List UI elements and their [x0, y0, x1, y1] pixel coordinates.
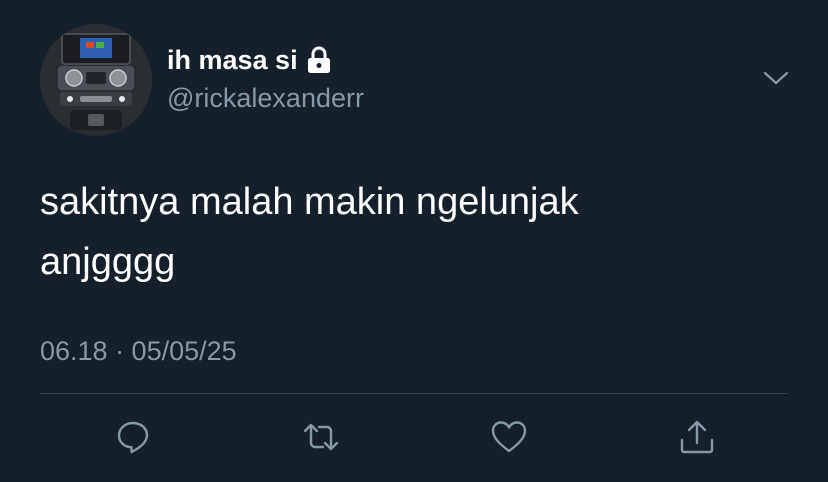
- reply-button[interactable]: [114, 418, 152, 456]
- chevron-down-icon[interactable]: [760, 66, 792, 90]
- avatar[interactable]: [40, 24, 152, 136]
- divider: [40, 393, 788, 394]
- user-handle[interactable]: @rickalexanderr: [167, 79, 364, 117]
- timestamp[interactable]: 06.18 · 05/05/25: [40, 333, 237, 369]
- reply-icon: [117, 421, 149, 454]
- tweet-card: ih masa si @rickalexanderr sakitnya mala…: [0, 0, 828, 482]
- share-icon: [680, 420, 714, 454]
- tweet-text: sakitnya malah makin ngelunjak anjgggg: [40, 181, 579, 283]
- like-button[interactable]: [490, 418, 528, 456]
- display-name[interactable]: ih masa si: [167, 40, 332, 80]
- display-name-text: ih masa si: [167, 45, 298, 75]
- heart-icon: [491, 421, 527, 453]
- avatar-image: [40, 24, 152, 136]
- lock-icon: [306, 45, 332, 75]
- retweet-icon: [303, 423, 339, 451]
- retweet-button[interactable]: [302, 418, 340, 456]
- share-button[interactable]: [678, 418, 716, 456]
